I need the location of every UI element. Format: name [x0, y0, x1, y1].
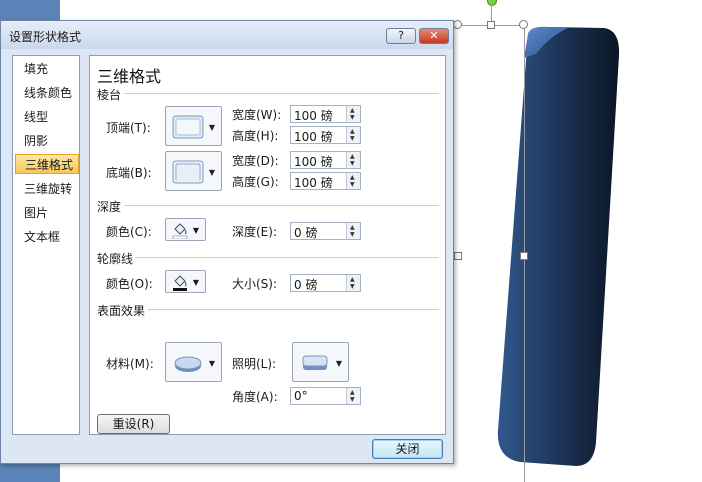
bevel-top-height-input[interactable]: 100 磅 ▲ ▼ — [290, 126, 361, 144]
bevel-top-width-value: 100 磅 — [294, 109, 333, 123]
bevel-bottom-width-label: 宽度(D): — [232, 154, 279, 168]
close-button[interactable]: 关闭 — [372, 439, 443, 459]
chevron-down-icon: ▼ — [192, 278, 199, 287]
spinner-buttons[interactable]: ▲ ▼ — [346, 173, 360, 189]
resize-handle-left[interactable] — [454, 252, 462, 260]
bevel-bottom-height-value: 100 磅 — [294, 176, 333, 190]
depth-color-button[interactable]: ▼ — [165, 218, 206, 241]
close-window-button[interactable]: ✕ — [419, 28, 449, 44]
angle-input[interactable]: 0° ▲ ▼ — [290, 387, 361, 405]
section-depth-title: 深度 — [97, 200, 122, 214]
resize-handle-top-right[interactable] — [519, 20, 528, 29]
bevel-bottom-width-value: 100 磅 — [294, 155, 333, 169]
section-divider — [136, 257, 439, 258]
nav-item-3d-format[interactable]: 三维格式 — [15, 154, 79, 174]
nav-item-picture[interactable]: 图片 — [13, 203, 79, 223]
material-gallery[interactable]: ▼ — [165, 342, 222, 382]
angle-label: 角度(A): — [232, 390, 278, 404]
section-divider — [148, 309, 439, 310]
section-contour-title: 轮廓线 — [97, 252, 134, 266]
bevel-bottom-gallery[interactable]: ▼ — [165, 151, 222, 191]
shape-3d-bar[interactable] — [458, 0, 702, 482]
bevel-bottom-height-label: 高度(G): — [232, 175, 279, 189]
spinner-buttons[interactable]: ▲ ▼ — [346, 275, 360, 291]
spinner-buttons[interactable]: ▲ ▼ — [346, 106, 360, 122]
selected-shape[interactable] — [453, 0, 702, 482]
lighting-gallery[interactable]: ▼ — [292, 342, 349, 382]
paint-bucket-icon — [172, 223, 188, 239]
contour-size-label: 大小(S): — [232, 277, 278, 291]
chevron-down-icon: ▼ — [335, 359, 342, 368]
nav-item-shadow[interactable]: 阴影 — [13, 131, 79, 151]
bevel-bottom-label: 底端(B): — [106, 166, 152, 180]
format-shape-dialog: 设置形状格式 ? ✕ 填充 线条颜色 线型 阴影 三维格式 三维旋转 图片 文本… — [0, 20, 454, 464]
spinner-buttons[interactable]: ▲ ▼ — [346, 152, 360, 168]
bevel-bottom-preview-icon — [172, 160, 204, 184]
resize-handle-top-left[interactable] — [453, 20, 462, 29]
resize-handle-top[interactable] — [487, 21, 495, 29]
resize-handle-right[interactable] — [520, 252, 528, 260]
bevel-top-width-input[interactable]: 100 磅 ▲ ▼ — [290, 105, 361, 123]
spinner-buttons[interactable]: ▲ ▼ — [346, 388, 360, 404]
nav-item-fill[interactable]: 填充 — [13, 59, 79, 79]
bevel-top-width-label: 宽度(W): — [232, 108, 282, 122]
reset-button[interactable]: 重设(R) — [97, 414, 170, 434]
section-bevel-title: 棱台 — [97, 88, 122, 102]
chevron-down-icon: ▼ — [192, 226, 199, 235]
section-divider — [124, 93, 439, 94]
category-nav: 填充 线条颜色 线型 阴影 三维格式 三维旋转 图片 文本框 — [12, 55, 80, 435]
depth-input[interactable]: 0 磅 ▲ ▼ — [290, 222, 361, 240]
nav-item-3d-rotation[interactable]: 三维旋转 — [13, 179, 79, 199]
spinner-buttons[interactable]: ▲ ▼ — [346, 127, 360, 143]
help-button[interactable]: ? — [386, 28, 416, 44]
bevel-bottom-width-input[interactable]: 100 磅 ▲ ▼ — [290, 151, 361, 169]
bevel-top-preview-icon — [172, 115, 204, 139]
contour-color-button[interactable]: ▼ — [165, 270, 206, 293]
nav-item-text-box[interactable]: 文本框 — [13, 227, 79, 247]
angle-value: 0° — [294, 389, 308, 403]
bevel-top-height-value: 100 磅 — [294, 130, 333, 144]
depth-color-label: 颜色(C): — [106, 225, 152, 239]
nav-item-line-color[interactable]: 线条颜色 — [13, 83, 79, 103]
depth-value: 0 磅 — [294, 226, 318, 240]
chevron-down-icon: ▼ — [208, 168, 215, 177]
bevel-top-gallery[interactable]: ▼ — [165, 106, 222, 146]
spinner-buttons[interactable]: ▲ ▼ — [346, 223, 360, 239]
dialog-titlebar[interactable]: 设置形状格式 ? ✕ — [1, 21, 453, 49]
depth-label: 深度(E): — [232, 225, 277, 239]
section-surface-title: 表面效果 — [97, 304, 146, 318]
panel-heading: 三维格式 — [97, 67, 162, 86]
contour-color-label: 颜色(O): — [106, 277, 153, 291]
bevel-top-height-label: 高度(H): — [232, 129, 279, 143]
bevel-bottom-height-input[interactable]: 100 磅 ▲ ▼ — [290, 172, 361, 190]
chevron-down-icon: ▼ — [208, 359, 215, 368]
paint-bucket-icon — [173, 275, 187, 291]
material-preview-icon — [174, 356, 202, 372]
section-divider — [124, 205, 439, 206]
settings-panel: 三维格式 棱台 顶端(T): ▼ 宽度(W): 100 磅 ▲ ▼ 高度(H): … — [89, 55, 446, 435]
material-label: 材料(M): — [106, 357, 154, 371]
dialog-title: 设置形状格式 — [9, 30, 82, 44]
chevron-down-icon: ▼ — [208, 123, 215, 132]
lighting-preview-icon — [302, 355, 328, 370]
contour-size-value: 0 磅 — [294, 278, 318, 292]
bevel-top-label: 顶端(T): — [106, 121, 151, 135]
nav-item-line-style[interactable]: 线型 — [13, 107, 79, 127]
lighting-label: 照明(L): — [232, 357, 277, 371]
contour-size-input[interactable]: 0 磅 ▲ ▼ — [290, 274, 361, 292]
